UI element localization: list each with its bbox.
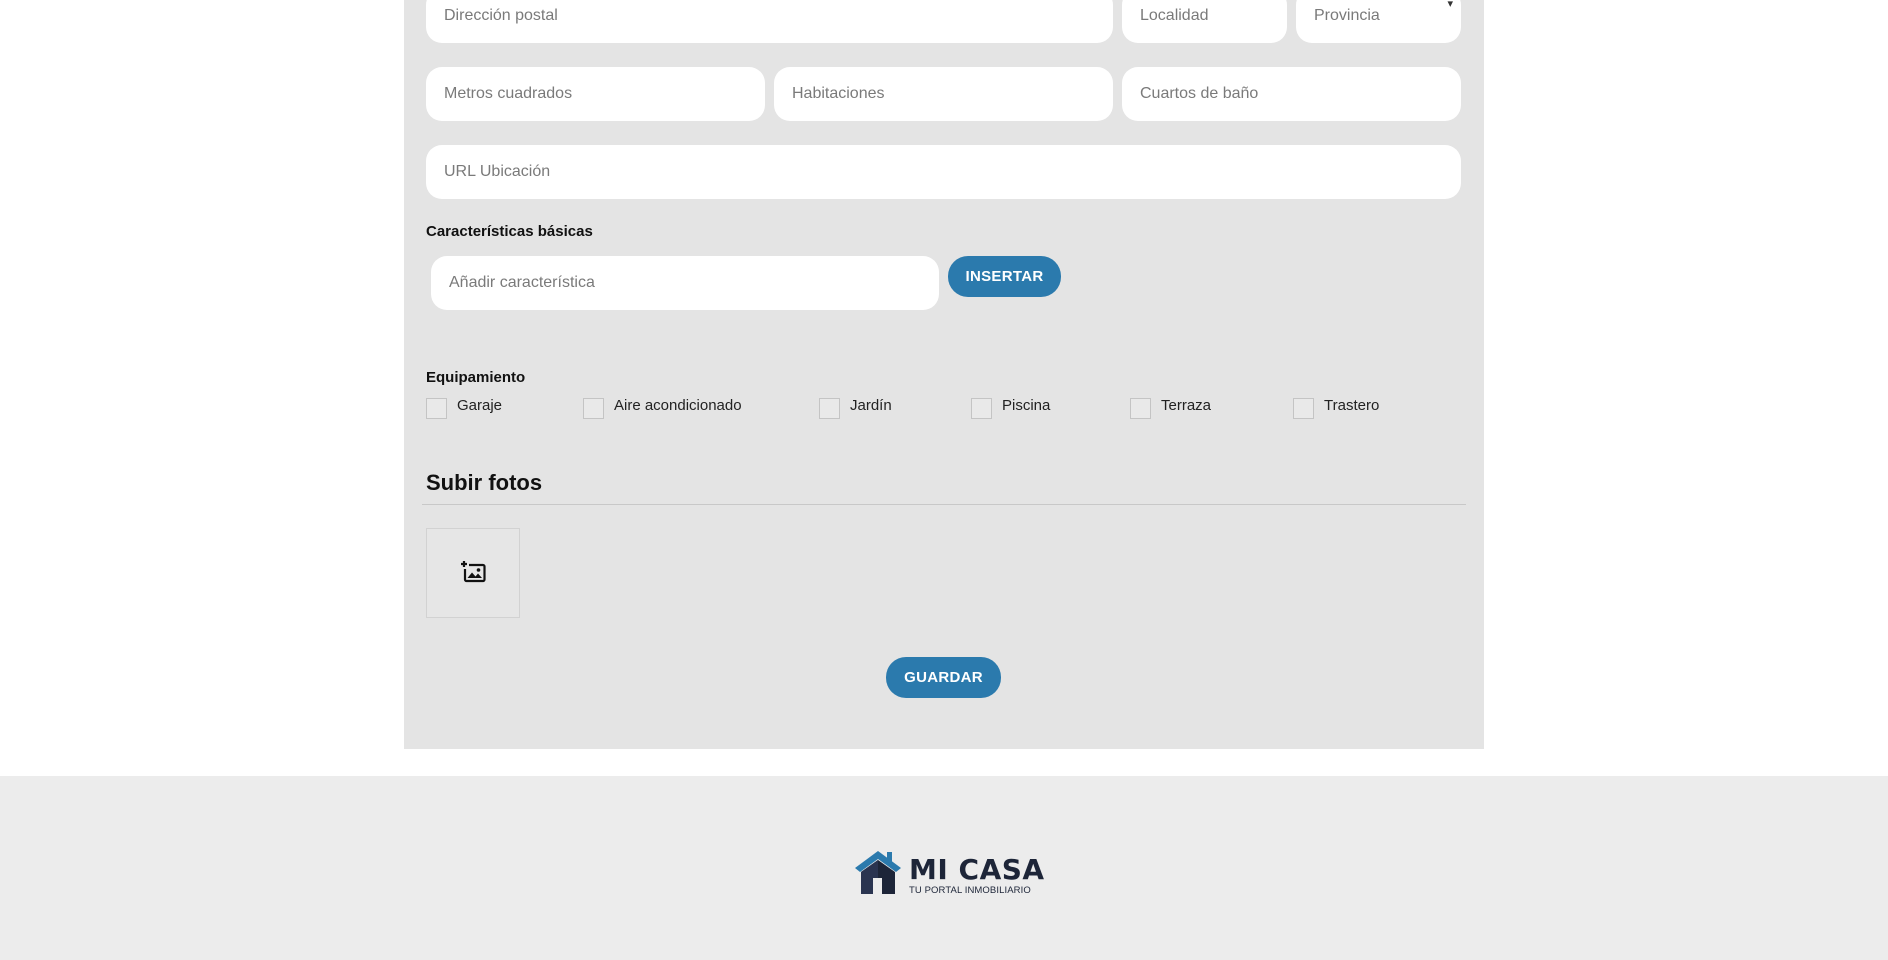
save-button[interactable]: GUARDAR (886, 657, 1001, 698)
checkbox-terraza[interactable]: Terraza (1130, 397, 1211, 419)
checkbox-label: Garaje (457, 397, 503, 414)
photos-divider (422, 504, 1466, 505)
bathrooms-input[interactable] (1122, 67, 1461, 121)
photo-upload-slot[interactable] (426, 528, 520, 618)
checkbox-label: Piscina (1002, 397, 1051, 414)
chevron-down-icon: ▾ (1447, 0, 1453, 10)
checkbox-box[interactable] (971, 398, 992, 419)
checkbox-box[interactable] (1130, 398, 1151, 419)
logo-name: MI CASA (909, 852, 1045, 886)
province-select-value: Provincia (1314, 7, 1380, 24)
checkbox-box[interactable] (426, 398, 447, 419)
locality-input[interactable] (1122, 0, 1287, 43)
rooms-input[interactable] (774, 67, 1113, 121)
checkbox-piscina[interactable]: Piscina (971, 397, 1050, 419)
logo: MI CASA TU PORTAL INMOBILIARIO (853, 848, 1045, 903)
checkbox-label: Terraza (1161, 397, 1212, 414)
square-meters-input[interactable] (426, 67, 765, 121)
house-logo-icon (853, 848, 903, 903)
checkbox-label: Jardín (850, 397, 892, 414)
checkbox-box[interactable] (819, 398, 840, 419)
province-select[interactable]: Provincia ▾ (1296, 0, 1461, 43)
checkbox-trastero[interactable]: Trastero (1293, 397, 1379, 419)
logo-tagline: TU PORTAL INMOBILIARIO (909, 884, 1031, 896)
insert-button[interactable]: INSERTAR (948, 256, 1061, 297)
photos-title: Subir fotos (426, 470, 543, 495)
checkbox-label: Trastero (1324, 397, 1380, 414)
checkbox-box[interactable] (583, 398, 604, 419)
checkbox-garaje[interactable]: Garaje (426, 397, 502, 419)
checkbox-aire-acondicionado[interactable]: Aire acondicionado (583, 397, 742, 419)
feature-input[interactable] (431, 256, 939, 310)
checkbox-jardin[interactable]: Jardín (819, 397, 892, 419)
location-url-input[interactable] (426, 145, 1461, 199)
address-input[interactable] (426, 0, 1113, 43)
equipment-title: Equipamiento (426, 369, 526, 386)
features-title: Características básicas (426, 223, 593, 240)
checkbox-box[interactable] (1293, 398, 1314, 419)
checkbox-label: Aire acondicionado (614, 397, 742, 414)
add-photo-icon (460, 559, 486, 588)
